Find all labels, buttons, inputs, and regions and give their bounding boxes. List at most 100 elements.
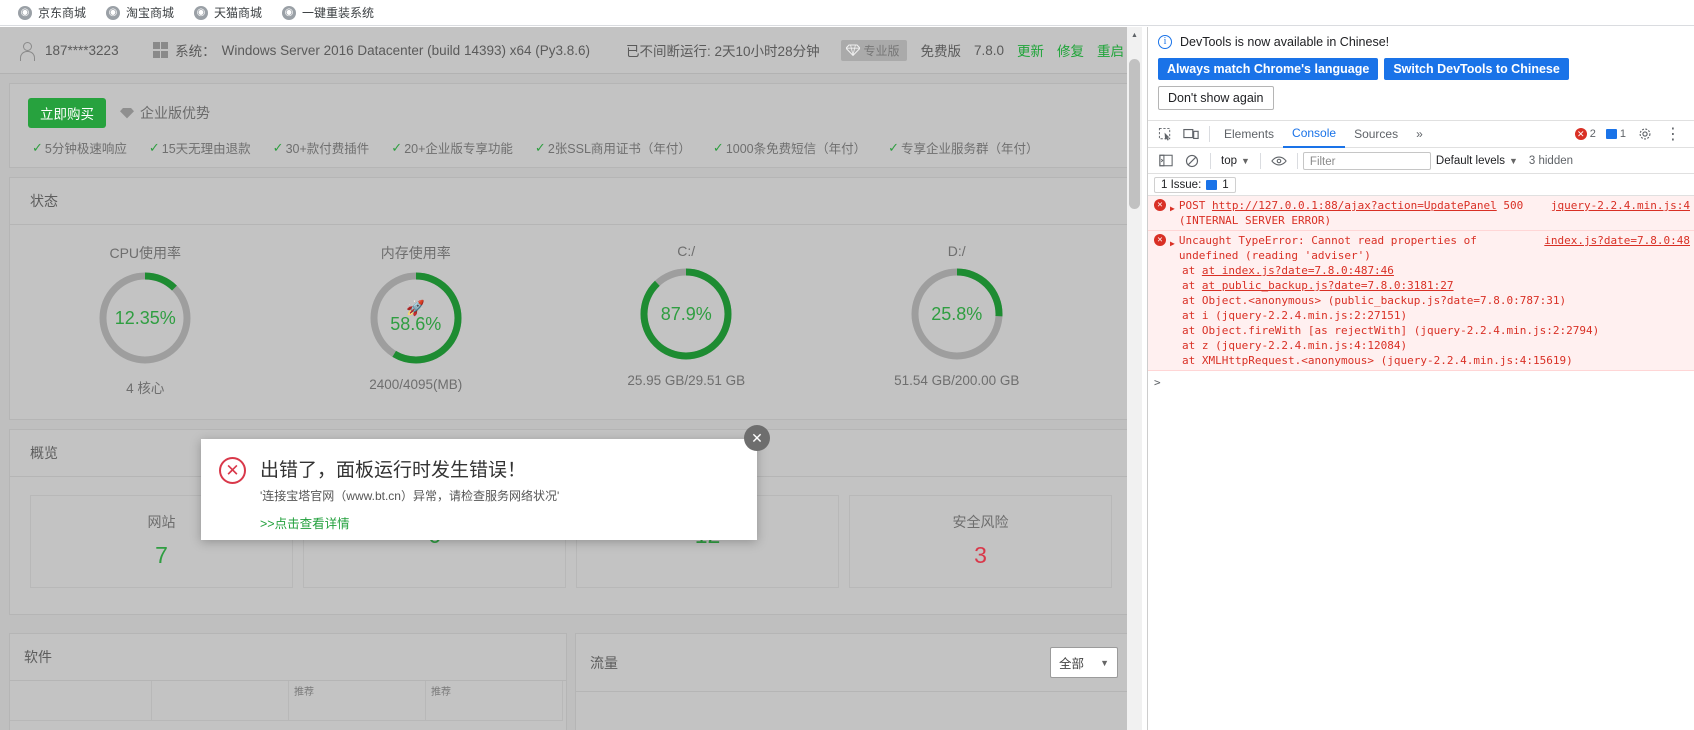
bookmark-item[interactable]: ◉ 天猫商城 xyxy=(184,1,272,24)
console-sidebar-icon[interactable] xyxy=(1153,150,1179,172)
console-prompt[interactable]: > xyxy=(1148,371,1694,394)
close-icon[interactable]: ✕ xyxy=(744,425,770,451)
version-label: 7.8.0 xyxy=(973,42,1004,58)
tab-sources[interactable]: Sources xyxy=(1345,121,1407,148)
scroll-up-arrow[interactable]: ▲ xyxy=(1127,27,1142,43)
console-error-row[interactable]: ✕ ▶ index.js?date=7.8.0:48 Uncaught Type… xyxy=(1148,231,1694,371)
bookmark-label: 天猫商城 xyxy=(214,6,263,20)
gauge-value: 12.35% xyxy=(114,307,176,328)
modal-detail-link[interactable]: >>点击查看详情 xyxy=(260,513,559,532)
clear-console-icon[interactable] xyxy=(1179,150,1205,172)
software-cell[interactable] xyxy=(152,681,289,721)
info-icon: i xyxy=(1158,35,1172,49)
log-levels-select[interactable]: Default levels ▼ xyxy=(1431,153,1523,169)
gauge-label: C:/ xyxy=(677,243,696,259)
gear-icon[interactable] xyxy=(1632,123,1658,145)
tab-console[interactable]: Console xyxy=(1283,121,1346,148)
banner-message: DevTools is now available in Chinese! xyxy=(1180,35,1390,49)
console-error-message: Uncaught TypeError: Cannot read properti… xyxy=(1178,234,1477,262)
stack-link[interactable]: at public_backup.js?date=7.8.0:3181:27 xyxy=(1202,279,1454,292)
overview-box-value: 7 xyxy=(155,542,168,568)
console-source-link[interactable]: index.js?date=7.8.0:48 xyxy=(1544,233,1690,248)
promo-feature: ✓ 2张SSL商用证书（年付） xyxy=(535,138,691,157)
issues-chip[interactable]: 1 Issue: 1 xyxy=(1154,176,1236,193)
gauge-value-wrap: 🚀 58.6% xyxy=(367,269,465,367)
stack-line[interactable]: at at public_backup.js?date=7.8.0:3181:2… xyxy=(1182,278,1690,293)
gauge-sub: 25.95 GB/29.51 GB xyxy=(627,373,746,388)
console-source-link[interactable]: jquery-2.2.4.min.js:4 xyxy=(1551,198,1690,213)
expand-triangle-icon[interactable]: ▶ xyxy=(1170,201,1175,216)
gauge-value: 87.9% xyxy=(660,303,712,324)
expand-triangle-icon[interactable]: ▶ xyxy=(1170,236,1175,251)
execution-context-select[interactable]: top ▼ xyxy=(1216,153,1255,169)
stack-link[interactable]: at index.js?date=7.8.0:487:46 xyxy=(1202,264,1394,277)
stack-link[interactable]: at Object.<anonymous> (public_backup.js?… xyxy=(1182,294,1566,307)
restart-link[interactable]: 重启 xyxy=(1097,40,1124,60)
software-card: 软件 推荐 推荐 xyxy=(9,633,567,730)
stack-line[interactable]: at at index.js?date=7.8.0:487:46 xyxy=(1182,263,1690,278)
error-count-badge[interactable]: ✕ 2 xyxy=(1571,127,1600,141)
console-request-link[interactable]: http://127.0.0.1:88/ajax?action=UpdatePa… xyxy=(1212,199,1497,212)
traffic-filter-select[interactable]: 全部 ▼ xyxy=(1050,647,1118,678)
username-label: 187****3223 xyxy=(45,42,119,58)
bookmarks-bar: ◉ 京东商城 ◉ 淘宝商城 ◉ 天猫商城 ◉ 一键重装系统 xyxy=(0,0,1694,26)
message-count-badge[interactable]: 1 xyxy=(1602,127,1630,141)
gauge-ring: 87.9% xyxy=(637,265,735,363)
gauge-cpu: CPU使用率 12.35% 4 核心 xyxy=(10,243,281,397)
stack-link[interactable]: at i (jquery-2.2.4.min.js:2:27151) xyxy=(1182,309,1407,322)
more-tabs-icon[interactable]: » xyxy=(1407,121,1432,148)
live-expression-eye-icon[interactable] xyxy=(1266,150,1292,172)
stack-line[interactable]: at i (jquery-2.2.4.min.js:2:27151) xyxy=(1182,308,1690,323)
bookmark-item[interactable]: ◉ 一键重装系统 xyxy=(272,1,384,24)
gauge-label: D:/ xyxy=(947,243,966,259)
stack-link[interactable]: at z (jquery-2.2.4.min.js:4:12084) xyxy=(1182,339,1407,352)
overview-box[interactable]: 安全风险 3 xyxy=(849,495,1112,588)
bookmark-item[interactable]: ◉ 淘宝商城 xyxy=(96,1,184,24)
enterprise-advantage[interactable]: 企业版优势 xyxy=(120,103,210,123)
promo-feature-label: 1000条免费短信（年付） xyxy=(725,142,867,156)
page-scrollbar[interactable]: ▲ xyxy=(1127,27,1142,730)
stack-line[interactable]: at Object.<anonymous> (public_backup.js?… xyxy=(1182,293,1690,308)
console-prefix: POST xyxy=(1178,199,1212,212)
filter-input[interactable]: Filter xyxy=(1302,151,1431,170)
devtools-tabbar: Elements Console Sources » ✕ 2 1 ⋮ xyxy=(1148,121,1694,148)
stack-line[interactable]: at z (jquery-2.2.4.min.js:4:12084) xyxy=(1182,338,1690,353)
bookmark-label: 京东商城 xyxy=(38,6,87,20)
repair-link[interactable]: 修复 xyxy=(1057,40,1084,60)
gauge-disk-d: D:/ 25.8% 51.54 GB/200.00 GB xyxy=(822,243,1093,388)
promo-card: 立即购买 企业版优势 ✓ 5分钟极速响应 ✓ 15天无理由退款 ✓ 30+款付费插件 … xyxy=(9,83,1133,168)
promo-feature-label: 5分钟极速响应 xyxy=(44,142,127,156)
device-toolbar-icon[interactable] xyxy=(1178,123,1204,145)
scrollbar-thumb[interactable] xyxy=(1129,59,1140,209)
bookmark-item[interactable]: ◉ 京东商城 xyxy=(8,1,96,24)
stack-link[interactable]: at Object.fireWith [as rejectWith] (jque… xyxy=(1182,324,1599,337)
stack-line[interactable]: at XMLHttpRequest.<anonymous> (jquery-2.… xyxy=(1182,353,1690,368)
log-levels-value: Default levels xyxy=(1435,154,1505,167)
promo-feature-label: 专享企业服务群（年付） xyxy=(901,142,1039,156)
console-error-row[interactable]: ✕ ▶ jquery-2.2.4.min.js:4 POST http://12… xyxy=(1148,196,1694,231)
kebab-icon[interactable]: ⋮ xyxy=(1660,123,1686,145)
issues-bar: 1 Issue: 1 xyxy=(1148,174,1694,196)
buy-now-button[interactable]: 立即购买 xyxy=(28,98,106,128)
issues-label: 1 Issue: xyxy=(1161,178,1202,191)
software-cell[interactable]: 推荐 xyxy=(289,681,426,721)
update-link[interactable]: 更新 xyxy=(1017,40,1044,60)
windows-icon xyxy=(152,42,169,58)
prompt-caret: > xyxy=(1154,376,1161,389)
inspect-element-icon[interactable] xyxy=(1152,123,1178,145)
overview-box-value: 3 xyxy=(974,542,987,568)
status-title: 状态 xyxy=(10,178,1132,225)
switch-to-chinese-button[interactable]: Switch DevTools to Chinese xyxy=(1384,58,1569,80)
overview-box-name: 安全风险 xyxy=(952,514,1009,530)
software-cell[interactable] xyxy=(10,681,152,721)
stack-line[interactable]: at Object.fireWith [as rejectWith] (jque… xyxy=(1182,323,1690,338)
error-dot-icon: ✕ xyxy=(1154,234,1166,246)
panel-header: 187****3223 系统： Windows Server 2016 Data… xyxy=(0,27,1142,74)
stack-link[interactable]: at XMLHttpRequest.<anonymous> (jquery-2.… xyxy=(1182,354,1573,367)
always-match-language-button[interactable]: Always match Chrome's language xyxy=(1158,58,1379,80)
error-dot-icon: ✕ xyxy=(1154,199,1166,211)
software-cell[interactable]: 推荐 xyxy=(426,681,563,721)
dont-show-again-button[interactable]: Don't show again xyxy=(1158,86,1274,110)
tab-elements[interactable]: Elements xyxy=(1215,121,1283,148)
message-icon xyxy=(1605,129,1617,139)
